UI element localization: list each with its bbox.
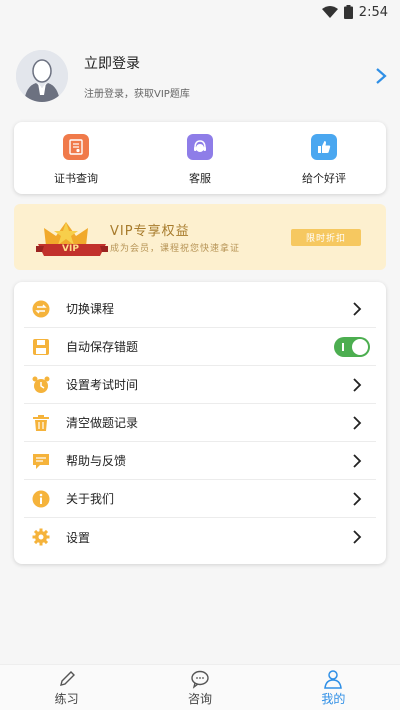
settings-menu: 切换课程 自动保存错题 设置考试时间 清空做题记录 帮助与反馈 关于我们 设置 [14, 282, 386, 564]
menu-auto-save-mistakes: 自动保存错题 [24, 328, 376, 366]
menu-label: 关于我们 [66, 492, 115, 506]
login-subtitle: 注册登录，获取VIP题库 [84, 88, 190, 100]
status-bar: 2:54 [0, 0, 400, 24]
chevron-right-icon[interactable] [352, 491, 362, 506]
menu-settings[interactable]: 设置 [24, 518, 376, 556]
menu-label: 设置 [66, 530, 91, 545]
battery-icon [343, 5, 353, 19]
info-icon [32, 490, 50, 507]
status-time: 2:54 [358, 4, 388, 20]
menu-label: 清空做题记录 [66, 416, 139, 430]
tab-label: 咨询 [187, 692, 212, 706]
chevron-right-icon[interactable] [352, 377, 362, 392]
customer-service-icon [187, 134, 213, 160]
menu-label: 自动保存错题 [66, 340, 139, 354]
default-avatar-icon [16, 50, 68, 102]
menu-label: 设置考试时间 [66, 378, 139, 392]
auto-save-toggle[interactable] [334, 336, 370, 357]
quick-rate-app[interactable]: 给个好评 [262, 122, 386, 194]
chevron-right-icon[interactable] [352, 415, 362, 430]
pencil-icon [59, 671, 75, 686]
menu-exam-time[interactable]: 设置考试时间 [24, 366, 376, 404]
toggle-knob [352, 338, 368, 355]
tab-consult[interactable]: 咨询 [133, 665, 266, 710]
vip-banner[interactable]: VIP VIP专享权益 成为会员，课程祝您快速拿证 限时折扣 [14, 204, 386, 270]
chevron-right-icon[interactable] [352, 301, 362, 316]
vip-title: VIP专享权益 [110, 224, 190, 239]
menu-label: 切换课程 [66, 302, 115, 316]
bottom-tab-bar: 练习 咨询 我的 [0, 664, 400, 710]
trash-icon [33, 414, 49, 431]
chat-icon [191, 670, 209, 689]
tab-mine[interactable]: 我的 [267, 665, 400, 710]
chevron-right-icon[interactable] [352, 453, 362, 468]
avatar[interactable] [16, 50, 68, 102]
chevron-right-icon[interactable] [374, 67, 388, 85]
quick-customer-service[interactable]: 客服 [138, 122, 262, 194]
chevron-right-icon[interactable] [352, 530, 362, 544]
wifi-icon [321, 6, 338, 18]
tab-practice[interactable]: 练习 [0, 665, 133, 710]
menu-switch-course[interactable]: 切换课程 [24, 290, 376, 328]
alarm-clock-icon [32, 376, 50, 393]
thumbs-up-icon [311, 134, 337, 160]
vip-discount-button[interactable]: 限时折扣 [291, 229, 361, 246]
quick-label: 客服 [189, 172, 211, 185]
quick-label: 证书查询 [54, 172, 98, 185]
quick-actions-card: 证书查询 客服 给个好评 [14, 122, 386, 194]
vip-subtitle: 成为会员，课程祝您快速拿证 [110, 244, 241, 254]
quick-certificate-query[interactable]: 证书查询 [14, 122, 138, 194]
login-title[interactable]: 立即登录 [84, 53, 374, 73]
user-icon [324, 670, 343, 689]
gear-icon [32, 528, 50, 546]
menu-label: 帮助与反馈 [66, 454, 127, 468]
quick-label: 给个好评 [302, 172, 346, 185]
switch-icon [32, 300, 50, 317]
certificate-icon [63, 134, 89, 160]
save-icon [33, 338, 49, 355]
vip-badge-label: VIP [62, 244, 79, 254]
tab-label: 我的 [321, 692, 346, 706]
menu-help-feedback[interactable]: 帮助与反馈 [24, 442, 376, 480]
tab-label: 练习 [54, 692, 79, 706]
toggle-on-indicator [342, 342, 344, 351]
menu-clear-records[interactable]: 清空做题记录 [24, 404, 376, 442]
menu-about-us[interactable]: 关于我们 [24, 480, 376, 518]
login-profile[interactable]: 立即登录 注册登录，获取VIP题库 [16, 48, 388, 104]
feedback-icon [33, 453, 49, 469]
